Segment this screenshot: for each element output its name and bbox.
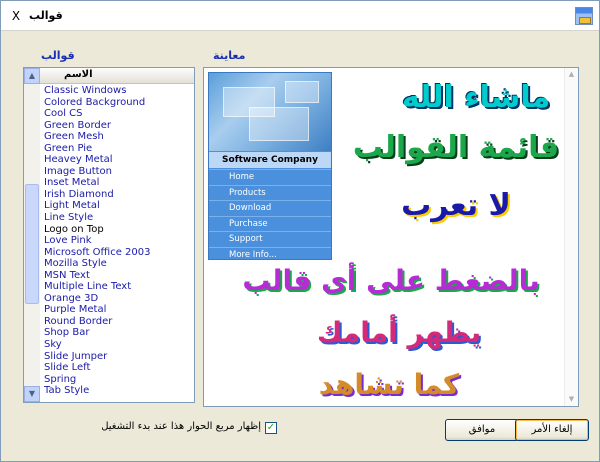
- list-item[interactable]: Classic Windows: [44, 85, 194, 97]
- list-item[interactable]: Tab Style: [44, 385, 194, 397]
- close-icon[interactable]: X: [9, 9, 23, 23]
- demo-menu-item: Home: [209, 169, 331, 184]
- column-header-name: الاسم: [64, 69, 93, 80]
- demo-menu-item: More Info...: [209, 246, 331, 262]
- overlay-text-line: ماشاء الله: [401, 80, 551, 115]
- app-window-icon: [575, 7, 593, 25]
- list-item[interactable]: Cool CS: [44, 108, 194, 120]
- preview-panel: Software Company Home Products Download Pur…: [203, 67, 579, 407]
- templates-dialog: X قوالب قوالب معاينة ▲ الاسم ▼ Classic W…: [0, 0, 600, 462]
- list-item[interactable]: Image Button: [44, 166, 194, 178]
- list-scrollbar[interactable]: ▼: [24, 84, 40, 402]
- list-item[interactable]: Love Pink: [44, 235, 194, 247]
- demo-menu-header: Software Company: [209, 152, 331, 168]
- ok-button[interactable]: موافق: [445, 419, 519, 441]
- list-item[interactable]: Logo on Top: [44, 224, 194, 236]
- list-item[interactable]: Spring: [44, 374, 194, 386]
- list-item[interactable]: Green Border: [44, 120, 194, 132]
- list-item[interactable]: Slide Jumper: [44, 351, 194, 363]
- list-item[interactable]: Light Metal: [44, 200, 194, 212]
- preview-scrollbar[interactable]: ▲ ▼: [564, 68, 578, 406]
- list-item[interactable]: Mozilla Style: [44, 258, 194, 270]
- list-item[interactable]: Orange 3D: [44, 293, 194, 305]
- list-item[interactable]: Line Style: [44, 212, 194, 224]
- overlay-text-line: لا تعرب: [401, 188, 511, 223]
- templates-label: قوالب: [41, 49, 75, 62]
- template-list: Classic Windows Colored Background Cool CS…: [44, 85, 194, 401]
- list-item[interactable]: Colored Background: [44, 97, 194, 109]
- list-item[interactable]: Irish Diamond: [44, 189, 194, 201]
- scroll-down-icon[interactable]: ▼: [24, 386, 40, 402]
- startup-checkbox-label: إظهار مربع الحوار هذا عند بدء التشغيل: [101, 421, 261, 432]
- list-item[interactable]: Sky: [44, 339, 194, 351]
- title-bar: X قوالب: [1, 1, 599, 31]
- overlay-text-line: كما تشاهد: [318, 368, 460, 401]
- list-item[interactable]: Inset Metal: [44, 177, 194, 189]
- list-scrollbar-thumb[interactable]: [25, 184, 39, 304]
- list-item[interactable]: Round Border: [44, 316, 194, 328]
- preview-label: معاينة: [213, 49, 246, 62]
- overlay-text-line: يظهر أمامك: [316, 316, 482, 349]
- demo-menu-image: [209, 73, 331, 151]
- list-column-header[interactable]: ▲ الاسم: [24, 68, 194, 84]
- list-item[interactable]: Microsoft Office 2003: [44, 247, 194, 259]
- startup-checkbox[interactable]: ✓: [265, 422, 277, 434]
- demo-menu: Software Company Home Products Download Pur…: [208, 72, 332, 260]
- demo-menu-item: Download: [209, 200, 331, 215]
- overlay-text-line: قائمة القوالب: [352, 130, 560, 165]
- scroll-up-icon[interactable]: ▲: [24, 68, 40, 84]
- overlay-text-line: بالضغط على أى قالب: [242, 264, 540, 297]
- preview-scroll-down-icon[interactable]: ▼: [565, 393, 578, 406]
- demo-menu-item: Purchase: [209, 215, 331, 231]
- list-item[interactable]: Shop Bar: [44, 327, 194, 339]
- window-title: قوالب: [29, 9, 63, 22]
- list-item[interactable]: Green Pie: [44, 143, 194, 155]
- list-item[interactable]: Green Mesh: [44, 131, 194, 143]
- cancel-button[interactable]: إلغاء الأمر: [515, 419, 589, 441]
- templates-listbox[interactable]: ▲ الاسم ▼ Classic Windows Colored Backgro…: [23, 67, 195, 403]
- preview-scroll-up-icon[interactable]: ▲: [565, 68, 578, 81]
- list-item[interactable]: Heavey Metal: [44, 154, 194, 166]
- demo-menu-item: Support: [209, 231, 331, 246]
- list-item[interactable]: MSN Text: [44, 270, 194, 282]
- list-item[interactable]: Slide Left: [44, 362, 194, 374]
- list-item[interactable]: Purple Metal: [44, 304, 194, 316]
- demo-menu-item: Products: [209, 184, 331, 200]
- list-item[interactable]: Multiple Line Text: [44, 281, 194, 293]
